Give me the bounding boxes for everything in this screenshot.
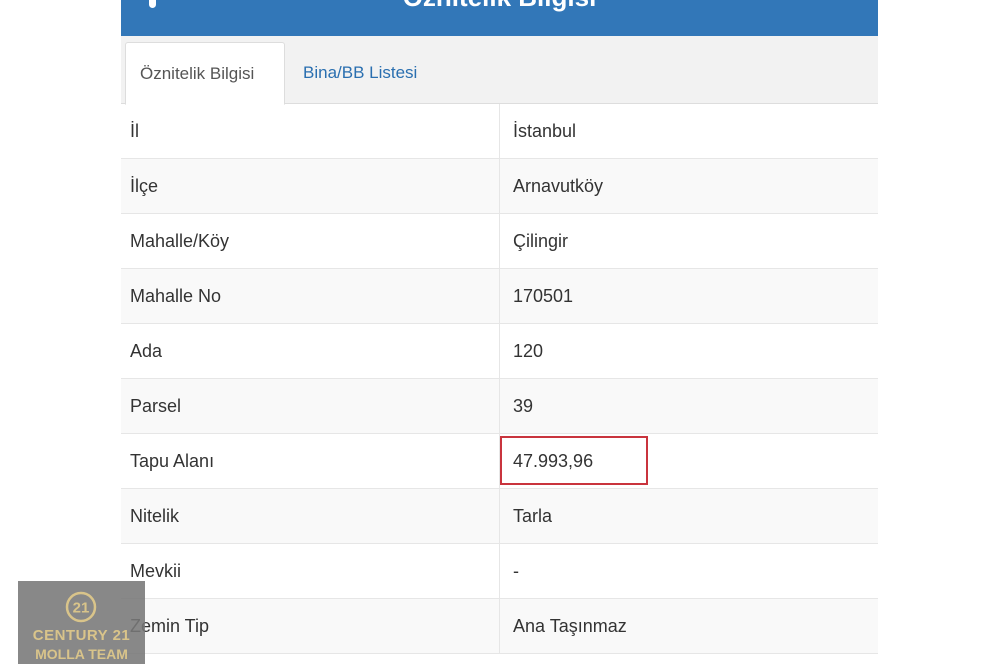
attribute-value: İstanbul (499, 104, 878, 159)
attribute-info-panel: Öznitelik Bilgisi Öznitelik Bilgisi Bina… (121, 0, 878, 664)
attribute-value: Çilingir (499, 213, 878, 269)
attribute-label: Zemin Tip (121, 598, 500, 654)
attribute-label: Mahalle No (121, 268, 500, 324)
tab-bina-bb-listesi[interactable]: Bina/BB Listesi (289, 42, 431, 105)
tab-oznitelik-bilgisi[interactable]: Öznitelik Bilgisi (125, 42, 285, 105)
attribute-value: Ana Taşınmaz (499, 598, 878, 654)
attribute-label: İl (121, 104, 500, 159)
table-row: Ada 120 (121, 323, 878, 379)
screenshot-page: Öznitelik Bilgisi Öznitelik Bilgisi Bina… (0, 0, 1000, 664)
attribute-label: Tapu Alanı (121, 433, 500, 489)
attribute-table: İl İstanbul İlçe Arnavutköy Mahalle/Köy … (121, 104, 878, 654)
watermark-brand-text: CENTURY 21 (32, 627, 131, 644)
attribute-value-highlighted: 47.993,96 (499, 433, 878, 489)
attribute-label: İlçe (121, 158, 500, 214)
attribute-label: Ada (121, 323, 500, 379)
attribute-label: Parsel (121, 378, 500, 434)
tab-bar: Öznitelik Bilgisi Bina/BB Listesi (121, 36, 878, 105)
attribute-value: Tarla (499, 488, 878, 544)
table-row: Mevkii - (121, 543, 878, 599)
table-row: Nitelik Tarla (121, 488, 878, 544)
table-row: Zemin Tip Ana Taşınmaz (121, 598, 878, 654)
attribute-label: Mahalle/Köy (121, 213, 500, 269)
panel-title: Öznitelik Bilgisi (121, 0, 878, 13)
century21-seal-icon: 21 (65, 591, 97, 623)
table-row: Parsel 39 (121, 378, 878, 434)
table-row: İlçe Arnavutköy (121, 158, 878, 214)
attribute-value: 120 (499, 323, 878, 379)
watermark-team-text: MOLLA TEAM (35, 646, 128, 662)
table-row: İl İstanbul (121, 104, 878, 159)
table-row: Mahalle/Köy Çilingir (121, 213, 878, 269)
table-row: Mahalle No 170501 (121, 268, 878, 324)
svg-text:21: 21 (73, 600, 90, 617)
attribute-value: 170501 (499, 268, 878, 324)
attribute-label: Nitelik (121, 488, 500, 544)
attribute-label: Mevkii (121, 543, 500, 599)
panel-header: Öznitelik Bilgisi (121, 0, 878, 36)
attribute-value: 39 (499, 378, 878, 434)
table-row: Tapu Alanı 47.993,96 (121, 433, 878, 489)
attribute-value: - (499, 543, 878, 599)
century21-watermark-logo: 21 CENTURY 21 MOLLA TEAM (18, 581, 145, 664)
attribute-value: Arnavutköy (499, 158, 878, 214)
